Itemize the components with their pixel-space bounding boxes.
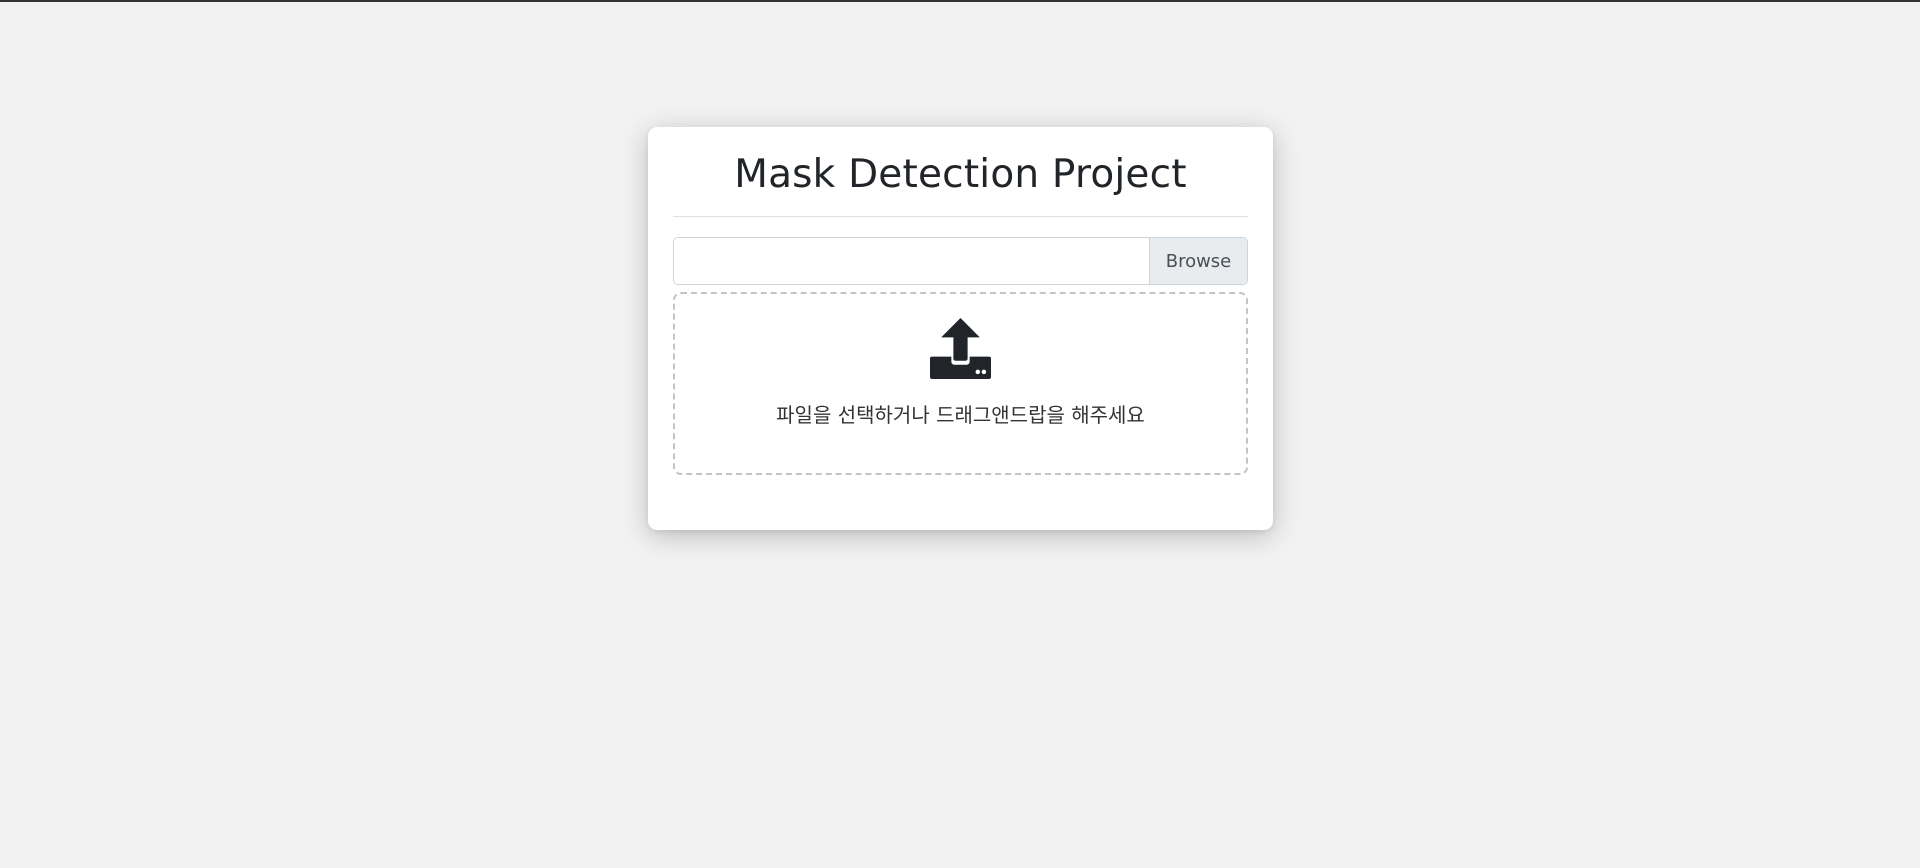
file-dropzone[interactable]: 파일을 선택하거나 드래그앤드랍을 해주세요 — [673, 292, 1248, 475]
upload-icon — [930, 318, 991, 379]
dropzone-instruction: 파일을 선택하거나 드래그앤드랍을 해주세요 — [776, 403, 1145, 427]
file-input-group[interactable]: Browse — [673, 237, 1248, 285]
upload-card: Mask Detection Project Browse 파일을 선택하거나 … — [648, 127, 1273, 530]
page-title: Mask Detection Project — [734, 152, 1187, 197]
title-divider — [673, 216, 1248, 217]
browse-button[interactable]: Browse — [1149, 238, 1247, 284]
file-name-field[interactable] — [674, 238, 1149, 284]
